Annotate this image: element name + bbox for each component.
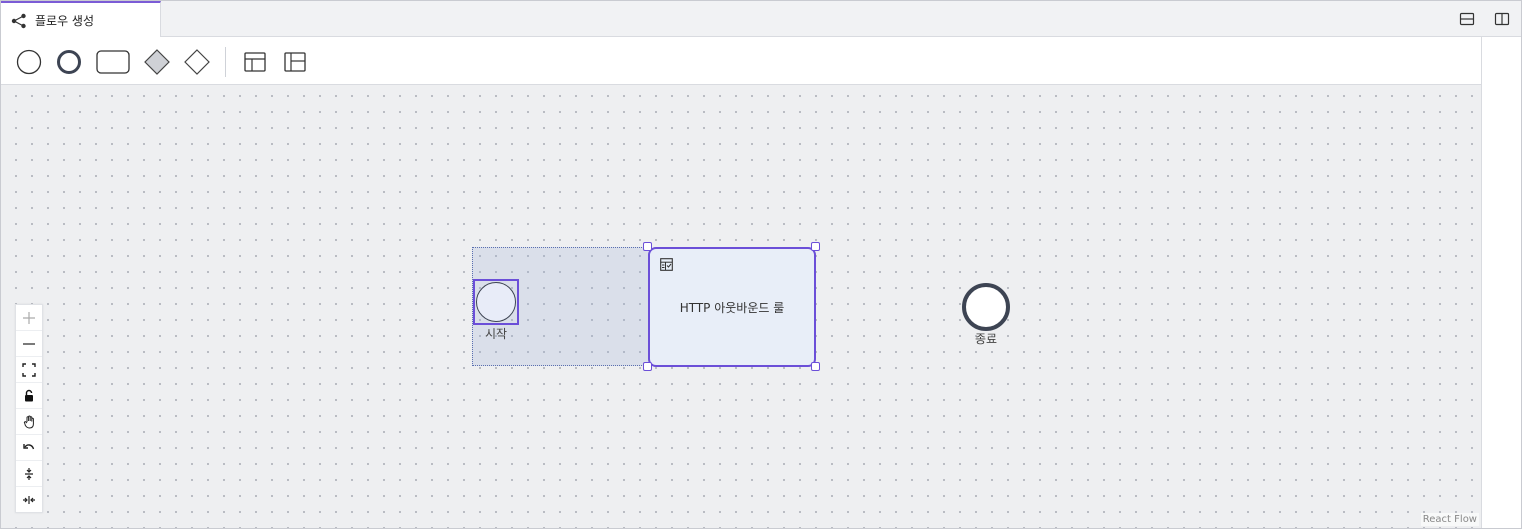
tab-flow-create[interactable]: 플로우 생성 — [1, 1, 161, 38]
hand-icon — [23, 415, 34, 429]
start-node[interactable] — [473, 279, 519, 325]
resize-handle-top-left[interactable] — [643, 242, 652, 251]
resize-handle-top-right[interactable] — [811, 242, 820, 251]
rule-table-icon — [660, 258, 673, 271]
rounded-rectangle-icon[interactable] — [96, 49, 130, 75]
split-vertical-icon[interactable] — [1494, 11, 1510, 27]
fit-view-icon — [22, 362, 36, 377]
plus-icon — [23, 311, 35, 324]
align-horizontal-icon — [23, 496, 35, 504]
thin-circle-icon[interactable] — [15, 49, 43, 75]
table-vertical-icon[interactable] — [283, 49, 307, 75]
task-node-label: HTTP 아웃바운드 룰 — [679, 301, 785, 315]
lock-button[interactable] — [16, 383, 42, 409]
align-horizontal-button[interactable] — [16, 487, 42, 513]
tab-title: 플로우 생성 — [35, 14, 95, 28]
tab-bar: 플로우 생성 — [1, 1, 1521, 38]
pan-hand-button[interactable] — [16, 409, 42, 435]
resize-handle-bottom-right[interactable] — [811, 362, 820, 371]
flow-canvas[interactable]: 시작 HTTP 아웃바운드 룰 종료 React Flow — [1, 85, 1481, 528]
lock-icon — [25, 389, 33, 401]
canvas-controls — [15, 304, 43, 513]
thick-circle-icon[interactable] — [55, 49, 83, 75]
react-flow-attribution[interactable]: React Flow — [1420, 513, 1479, 526]
start-event-circle — [476, 282, 516, 322]
undo-icon — [23, 443, 35, 449]
filled-diamond-icon[interactable] — [143, 49, 171, 75]
end-node[interactable] — [962, 283, 1010, 331]
shape-toolbar — [1, 37, 1481, 85]
undo-button[interactable] — [16, 435, 42, 461]
zoom-out-button[interactable] — [16, 331, 42, 357]
flow-editor-window: 플로우 생성 시작 HTTP 아웃바운드 룰 종료 React Flow — [0, 0, 1522, 529]
task-node-http-outbound[interactable]: HTTP 아웃바운드 룰 — [648, 247, 816, 367]
resize-handle-bottom-left[interactable] — [643, 362, 652, 371]
end-node-label: 종료 — [974, 332, 998, 346]
align-vertical-button[interactable] — [16, 461, 42, 487]
zoom-in-button[interactable] — [16, 305, 42, 331]
toolbar-divider — [225, 47, 226, 77]
fit-view-button[interactable] — [16, 357, 42, 383]
flow-share-icon — [11, 13, 26, 28]
minus-icon — [23, 342, 35, 345]
outline-diamond-icon[interactable] — [183, 49, 211, 75]
table-horizontal-icon[interactable] — [243, 49, 267, 75]
start-node-label: 시작 — [484, 327, 508, 341]
align-vertical-icon — [25, 467, 33, 480]
right-side-panel — [1481, 37, 1521, 528]
split-horizontal-icon[interactable] — [1459, 11, 1475, 27]
